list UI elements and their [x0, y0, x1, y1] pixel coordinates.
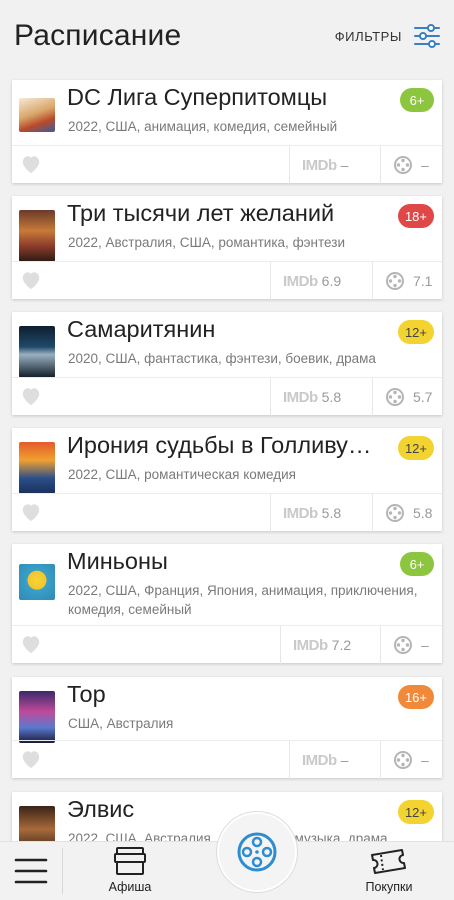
ticket-icon: [371, 849, 406, 874]
kinopoisk-rating: 5.7: [372, 378, 442, 416]
film-reel-icon: [237, 832, 277, 872]
nav-purchases[interactable]: Покупки: [356, 846, 422, 894]
movie-poster: [19, 326, 55, 378]
kinopoisk-value: 7.1: [413, 273, 433, 289]
movie-meta: 2022, Австралия, США, романтика, фэнтези: [68, 235, 345, 250]
nav-afisha[interactable]: Афиша: [98, 846, 162, 894]
imdb-logo: IMDb: [283, 388, 318, 406]
nav-divider: [62, 848, 63, 894]
nav-afisha-label: Афиша: [108, 880, 152, 894]
box-icon: [114, 847, 146, 875]
imdb-rating: IMDb 6.9: [270, 262, 341, 300]
movie-title: Тор: [67, 681, 106, 707]
age-rating-badge: 12+: [397, 320, 434, 344]
film-reel-icon: [394, 636, 412, 654]
kinopoisk-value: –: [421, 752, 429, 768]
imdb-logo: IMDb: [302, 156, 337, 174]
imdb-value: 7.2: [331, 637, 352, 653]
imdb-rating: IMDb 7.2: [280, 626, 351, 664]
ratings-row: IMDb 5.8 5.7: [12, 377, 442, 416]
ratings-row: IMDb – –: [12, 740, 442, 779]
kinopoisk-rating: 5.8: [372, 494, 442, 532]
imdb-rating: IMDb 5.8: [270, 378, 341, 416]
kinopoisk-rating: –: [380, 626, 442, 664]
imdb-rating: IMDb –: [289, 146, 348, 184]
ratings-row: IMDb – –: [12, 145, 442, 184]
imdb-logo: IMDb: [302, 751, 337, 769]
film-reel-icon: [394, 156, 412, 174]
heart-icon[interactable]: [20, 749, 42, 774]
imdb-value: 5.8: [321, 505, 342, 521]
film-reel-icon: [394, 751, 412, 769]
movie-card[interactable]: Самаритянин 2020, США, фантастика, фэнте…: [12, 312, 442, 416]
kinopoisk-value: –: [421, 637, 429, 653]
movie-card[interactable]: Тор США, Австралия 16+ IMDb – –: [12, 677, 442, 779]
movie-title: Ирония судьбы в Голливу…: [67, 432, 372, 458]
age-rating-badge: 6+: [400, 552, 434, 576]
heart-icon[interactable]: [20, 634, 42, 659]
kinopoisk-rating: 7.1: [372, 262, 442, 300]
movie-card[interactable]: Ирония судьбы в Голливу… 2022, США, рома…: [12, 428, 442, 532]
ratings-row: IMDb 5.8 5.8: [12, 493, 442, 532]
imdb-value: –: [340, 752, 349, 768]
movie-title: Миньоны: [67, 548, 168, 574]
kinopoisk-rating: –: [380, 146, 442, 184]
film-reel-icon: [386, 504, 404, 522]
movie-title: DC Лига Суперпитомцы: [67, 84, 328, 110]
imdb-logo: IMDb: [283, 272, 318, 290]
ratings-row: IMDb 7.2 –: [12, 625, 442, 664]
film-reel-icon: [386, 272, 404, 290]
film-reel-icon: [386, 388, 404, 406]
age-rating-badge: 16+: [397, 685, 434, 709]
kinopoisk-rating: –: [380, 741, 442, 779]
imdb-value: –: [340, 157, 349, 173]
movie-poster: [19, 691, 55, 743]
sliders-icon: [414, 24, 440, 48]
nav-purchases-label: Покупки: [365, 880, 413, 894]
heart-icon[interactable]: [20, 502, 42, 527]
movie-poster: [19, 98, 55, 132]
movie-card[interactable]: Три тысячи лет желаний 2022, Австралия, …: [12, 196, 442, 300]
movie-card[interactable]: Миньоны 2022, США, Франция, Япония, аним…: [12, 544, 442, 664]
kinopoisk-value: –: [421, 157, 429, 173]
movie-poster: [19, 564, 55, 600]
menu-icon[interactable]: [14, 857, 48, 890]
movie-meta: 2022, США, романтическая комедия: [68, 467, 296, 482]
schedule-fab-button[interactable]: [217, 812, 297, 892]
movie-meta: 2020, США, фантастика, фэнтези, боевик, …: [68, 351, 376, 366]
movie-poster: [19, 442, 55, 494]
page-title: Расписание: [14, 19, 182, 52]
movie-title: Самаритянин: [67, 316, 216, 342]
age-rating-badge: 18+: [397, 204, 434, 228]
movie-poster: [19, 210, 55, 262]
ratings-row: IMDb 6.9 7.1: [12, 261, 442, 300]
imdb-rating: IMDb 5.8: [270, 494, 341, 532]
heart-icon[interactable]: [20, 386, 42, 411]
filters-label: ФИЛЬТРЫ: [334, 28, 402, 44]
age-rating-badge: 12+: [397, 800, 434, 824]
age-rating-badge: 12+: [397, 436, 434, 460]
movie-meta: 2022, США, анимация, комедия, семейный: [68, 119, 338, 134]
movie-title: Три тысячи лет желаний: [67, 200, 335, 226]
kinopoisk-value: 5.8: [413, 505, 433, 521]
movie-meta: 2022, США, Франция, Япония, анимация, пр…: [68, 583, 418, 617]
imdb-logo: IMDb: [283, 504, 318, 522]
movie-card[interactable]: DC Лига Суперпитомцы 2022, США, анимация…: [12, 80, 442, 184]
heart-icon[interactable]: [20, 270, 42, 295]
heart-icon[interactable]: [20, 154, 42, 179]
filters-button[interactable]: ФИЛЬТРЫ: [335, 24, 440, 48]
age-rating-badge: 6+: [400, 88, 434, 112]
imdb-value: 5.8: [321, 389, 342, 405]
imdb-value: 6.9: [321, 273, 342, 289]
imdb-rating: IMDb –: [289, 741, 348, 779]
imdb-logo: IMDb: [293, 636, 328, 654]
movie-meta: США, Австралия: [68, 716, 174, 731]
app-header: Расписание ФИЛЬТРЫ: [0, 0, 454, 76]
kinopoisk-value: 5.7: [413, 389, 433, 405]
